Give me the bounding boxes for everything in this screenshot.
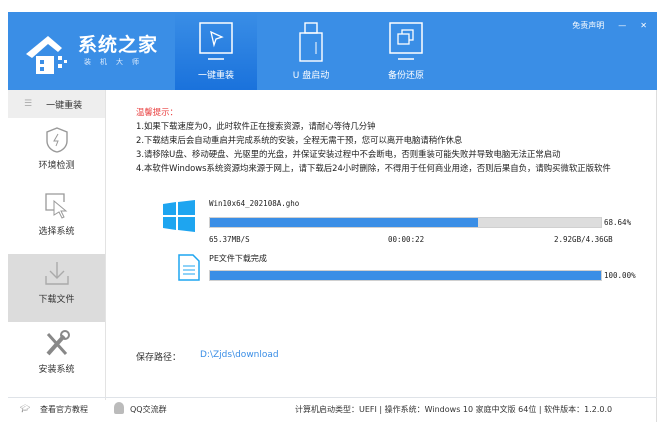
download-size: 2.92GB/4.36GB [554, 235, 613, 244]
footer: 🎓︎ 查看官方教程 QQ交流群 计算机启动类型：UEFI | 操作系统：Wind… [8, 397, 657, 422]
sidebar-item-download-files[interactable]: 下载文件 [8, 254, 105, 322]
tips-title: 温馨提示： [136, 107, 178, 117]
close-button[interactable]: ✕ [640, 21, 647, 30]
sidebar-item-label: 下载文件 [38, 295, 75, 305]
tab-label: U 盘启动 [292, 71, 330, 81]
document-icon [178, 254, 200, 281]
tip-line: 3.请移除U盘、移动硬盘、光驱里的光盘，并保证安装过程中不会断电，否则重装可能失… [136, 149, 561, 159]
tab-backup-restore[interactable]: 备份还原 [365, 12, 447, 90]
brand-subtitle: 装机大师 [84, 58, 148, 66]
header: 系统之家 装机大师 一键重装 U 盘启动 备份还原 免责声明 — ✕ [8, 12, 657, 90]
tip-line: 4.本软件Windows系统资源均来源于网上，请下载后24小时删除，不得用于任何… [136, 163, 611, 173]
pe-percent: 100.00% [604, 271, 636, 280]
qq-group-link[interactable]: QQ交流群 [130, 404, 167, 415]
system-status: 计算机启动类型：UEFI | 操作系统：Windows 10 家庭中文版 64位… [295, 405, 613, 414]
tools-icon [46, 330, 70, 356]
logo-house-icon [26, 36, 67, 74]
cursor-monitor-icon [199, 22, 233, 60]
download-filename: Win10x64_202108A.gho [209, 199, 300, 208]
sidebar-item-label: 安装系统 [38, 365, 75, 375]
download-icon [44, 262, 69, 285]
cursor-icon [44, 193, 67, 219]
backup-icon [389, 22, 423, 60]
sidebar-item-environment-check[interactable]: 环境检测 [8, 120, 105, 186]
tab-label: 一键重装 [197, 71, 234, 81]
sidebar-item-select-system[interactable]: 选择系统 [8, 186, 105, 252]
tip-line: 1.如果下载速度为0，此时软件正在搜索资源，请耐心等待几分钟 [136, 121, 376, 131]
graduation-cap-icon: 🎓︎ [20, 404, 31, 413]
sidebar-item-label: 环境检测 [38, 161, 75, 171]
pe-download-label: PE文件下载完成 [209, 254, 267, 263]
sidebar-item-install-system[interactable]: 安装系统 [8, 324, 105, 390]
shield-icon [45, 127, 68, 153]
tip-line: 2.下载结束后会自动重启并完成系统的安装，全程无需干预，您可以离开电脑请稍作休息 [136, 135, 463, 145]
pe-progress-bar [209, 270, 602, 281]
minimize-button[interactable]: — [618, 21, 626, 30]
download-speed: 65.37MB/S [209, 235, 250, 244]
download-percent: 68.64% [604, 218, 632, 227]
tips-panel: 温馨提示： 1.如果下载速度为0，此时软件正在搜索资源，请耐心等待几分钟 2.下… [136, 105, 611, 175]
sidebar: ☰ 一键重装 环境检测 选择系统 下载文件 安装系统 [8, 90, 106, 400]
download-progress-bar [209, 217, 602, 228]
progress-fill [210, 271, 601, 280]
download-elapsed: 00:00:22 [388, 235, 425, 244]
progress-fill [210, 218, 479, 227]
sidebar-header: ☰ 一键重装 [8, 90, 105, 118]
menu-icon: ☰ [24, 99, 33, 109]
disclaimer-link[interactable]: 免责声明 [572, 20, 604, 31]
tab-one-click-reinstall[interactable]: 一键重装 [175, 12, 257, 90]
sidebar-item-label: 选择系统 [38, 227, 75, 237]
app-window: 系统之家 装机大师 一键重装 U 盘启动 备份还原 免责声明 — ✕ ☰ 一键重装… [8, 12, 657, 422]
brand-name: 系统之家 [78, 34, 159, 56]
save-path-label: 保存路径： [136, 353, 182, 363]
usb-icon [299, 22, 323, 62]
tab-usb-boot[interactable]: U 盘启动 [270, 12, 352, 90]
tutorial-link[interactable]: 查看官方教程 [40, 404, 88, 415]
sidebar-header-label: 一键重装 [46, 100, 83, 111]
windows-logo-icon [163, 200, 195, 232]
tab-label: 备份还原 [387, 71, 424, 81]
qq-icon [114, 402, 124, 414]
save-path-link[interactable]: D:\Zjds\download [200, 350, 279, 360]
